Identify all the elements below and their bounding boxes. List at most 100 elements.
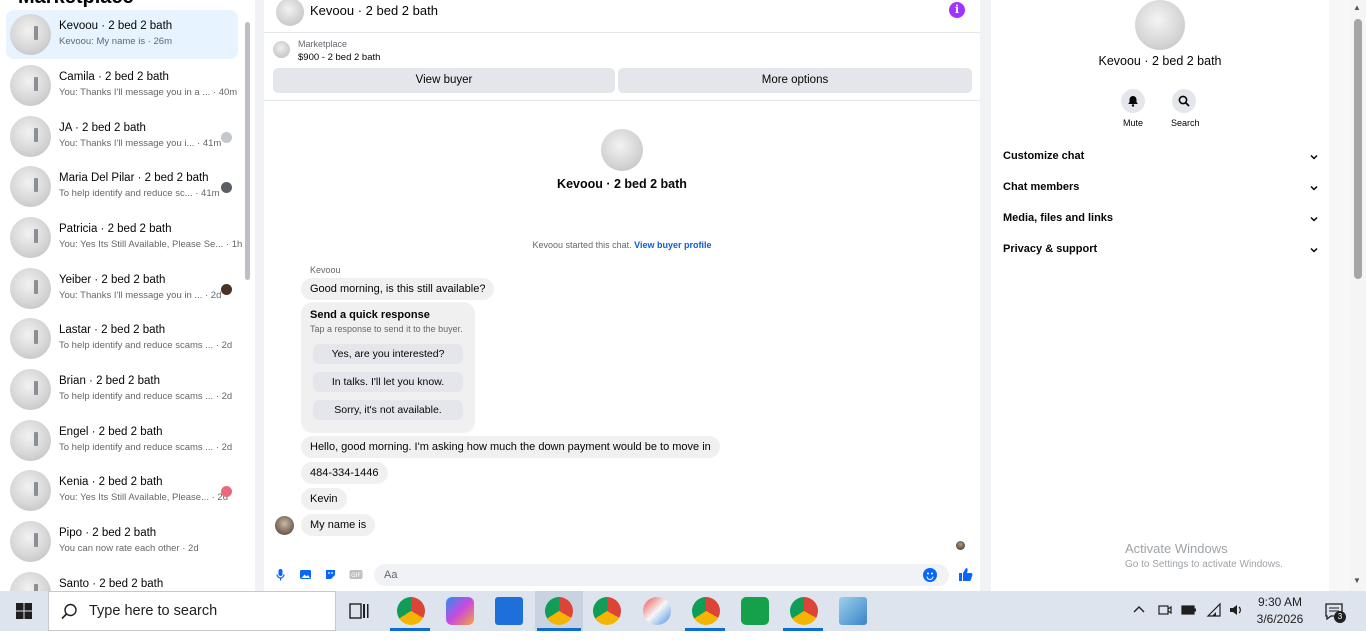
conversation-name: Brian · 2 bed 2 bath: [59, 375, 161, 387]
details-name: Kevoou · 2 bed 2 bath: [1098, 54, 1222, 68]
conversation-name: Maria Del Pilar · 2 bed 2 bath: [59, 172, 209, 184]
message-bubble: Kevin: [301, 488, 347, 510]
photo-icon[interactable]: [299, 568, 312, 581]
search-button[interactable]: [1172, 89, 1196, 113]
notification-center-icon[interactable]: 3: [1324, 601, 1346, 641]
conversation-name: Patricia · 2 bed 2 bath: [59, 223, 172, 235]
chevron-down-icon: [1310, 247, 1318, 253]
battery-icon[interactable]: [1181, 602, 1197, 642]
thumbs-up-icon[interactable]: [957, 566, 973, 582]
scroll-up-icon[interactable]: ▲: [1353, 3, 1361, 12]
conversation-item[interactable]: Kenia · 2 bed 2 bath You: Yes Its Still …: [6, 466, 238, 515]
chrome-profile-icon[interactable]: [692, 597, 720, 625]
conversation-item[interactable]: Yeiber · 2 bed 2 bath You: Thanks I'll m…: [6, 264, 238, 313]
conversation-item[interactable]: Patricia · 2 bed 2 bath You: Yes Its Sti…: [6, 213, 242, 262]
view-buyer-profile-link[interactable]: View buyer profile: [634, 240, 711, 250]
chat-header: Kevoou · 2 bed 2 bath i: [264, 0, 980, 33]
divider: [980, 0, 991, 591]
mute-label: Mute: [1123, 118, 1144, 128]
conversation-item[interactable]: Camila · 2 bed 2 bath You: Thanks I'll m…: [6, 61, 238, 110]
page-scrollbar[interactable]: ▲ ▼: [1350, 0, 1366, 591]
conversation-item[interactable]: Brian · 2 bed 2 bath To help identify an…: [6, 365, 238, 414]
emoji-icon[interactable]: [923, 568, 937, 582]
scroll-down-icon[interactable]: ▼: [1353, 576, 1361, 585]
divider: [264, 100, 980, 101]
section-label: Privacy & support: [1003, 243, 1098, 255]
quick-response-option[interactable]: Sorry, it's not available.: [313, 400, 463, 420]
avatar[interactable]: [1135, 0, 1185, 50]
bell-icon: [1128, 96, 1138, 107]
system-clock[interactable]: 9:30 AM 3/6/2026: [1250, 594, 1310, 628]
sender-name: Kevoou: [310, 265, 341, 275]
taskbar: Type here to search 9:30 AM 3/6/2026 3: [0, 591, 1366, 631]
conversation-item[interactable]: Engel · 2 bed 2 bath To help identify an…: [6, 416, 238, 465]
chat-members-section[interactable]: Chat members: [1003, 181, 1319, 201]
page-title: Marketplace: [18, 0, 134, 9]
conversation-item[interactable]: JA · 2 bed 2 bath You: Thanks I'll messa…: [6, 112, 238, 161]
chevron-down-icon: [1310, 185, 1318, 191]
conversation-name: Santo · 2 bed 2 bath: [59, 578, 164, 590]
chat-details-panel: Kevoou · 2 bed 2 bath Mute Search Custom…: [991, 0, 1329, 591]
conversation-item[interactable]: Kevoou · 2 bed 2 bath Kevoou: My name is…: [6, 10, 238, 59]
conversation-item[interactable]: Lastar · 2 bed 2 bath To help identify a…: [6, 314, 238, 363]
wifi-icon[interactable]: [1206, 602, 1222, 642]
conversation-item[interactable]: Santo · 2 bed 2 bath: [6, 568, 238, 591]
microphone-icon[interactable]: [274, 568, 287, 581]
copilot-icon[interactable]: [446, 597, 474, 625]
listing-title[interactable]: $900 - 2 bed 2 bath: [298, 52, 380, 63]
chrome-profile-icon[interactable]: [790, 597, 818, 625]
chrome-icon[interactable]: [593, 597, 621, 625]
conversation-snippet: You: Thanks I'll message you in ... · 2d: [59, 290, 222, 301]
info-icon[interactable]: i: [949, 2, 965, 18]
sticker-icon[interactable]: [324, 568, 337, 581]
voice-app-icon[interactable]: [741, 597, 769, 625]
avatar: [10, 166, 51, 207]
avatar: [10, 521, 51, 562]
notepad-icon[interactable]: [839, 597, 867, 625]
news-icon[interactable]: [495, 597, 523, 625]
quick-response-option[interactable]: Yes, are you interested?: [313, 344, 463, 364]
gif-icon[interactable]: GIF: [349, 568, 363, 581]
chat-title[interactable]: Kevoou · 2 bed 2 bath: [310, 3, 438, 18]
mute-button[interactable]: [1121, 89, 1145, 113]
chrome-profile-icon[interactable]: [545, 597, 573, 625]
conversation-name: JA · 2 bed 2 bath: [59, 122, 146, 134]
conversation-scrollbar[interactable]: [244, 12, 251, 587]
scrollbar-thumb[interactable]: [1354, 19, 1362, 279]
section-label: Media, files and links: [1003, 212, 1114, 224]
volume-icon[interactable]: [1228, 602, 1244, 642]
message-bubble: 484-334-1446: [301, 462, 388, 484]
snipping-tool-icon[interactable]: [643, 597, 671, 625]
marketplace-label: Marketplace: [298, 39, 348, 49]
start-button[interactable]: [0, 591, 48, 631]
view-buyer-button[interactable]: View buyer: [273, 68, 615, 93]
quick-response-option[interactable]: In talks. I'll let you know.: [313, 372, 463, 392]
conversation-snippet: To help identify and reduce scams ... · …: [59, 340, 233, 351]
conversation-item[interactable]: Maria Del Pilar · 2 bed 2 bath To help i…: [6, 162, 238, 211]
meet-now-icon[interactable]: [1157, 602, 1173, 642]
message-bubble: Good morning, is this still available?: [301, 278, 495, 300]
conversation-name: Kenia · 2 bed 2 bath: [59, 476, 163, 488]
seen-avatar-icon: [221, 486, 232, 497]
customize-chat-section[interactable]: Customize chat: [1003, 150, 1319, 170]
privacy-support-section[interactable]: Privacy & support: [1003, 243, 1319, 263]
conversation-item[interactable]: Pipo · 2 bed 2 bath You can now rate eac…: [6, 517, 238, 566]
conversation-name: Engel · 2 bed 2 bath: [59, 426, 163, 438]
avatar: [10, 572, 51, 591]
avatar[interactable]: [601, 129, 643, 171]
task-view-icon[interactable]: [349, 602, 369, 620]
divider: [255, 0, 264, 591]
taskbar-search-placeholder: Type here to search: [89, 603, 218, 619]
avatar[interactable]: [276, 0, 304, 26]
seen-avatar-icon: [221, 132, 232, 143]
taskbar-search[interactable]: Type here to search: [48, 591, 336, 631]
avatar: [10, 14, 51, 55]
message-input[interactable]: Aa: [374, 564, 949, 586]
more-options-button[interactable]: More options: [618, 68, 972, 93]
avatar: [10, 65, 51, 106]
avatar: [10, 369, 51, 410]
show-hidden-icons[interactable]: [1131, 602, 1147, 642]
conversation-snippet: Kevoou: My name is · 26m: [59, 36, 172, 47]
chrome-profile-icon[interactable]: [397, 597, 425, 625]
media-files-links-section[interactable]: Media, files and links: [1003, 212, 1319, 232]
